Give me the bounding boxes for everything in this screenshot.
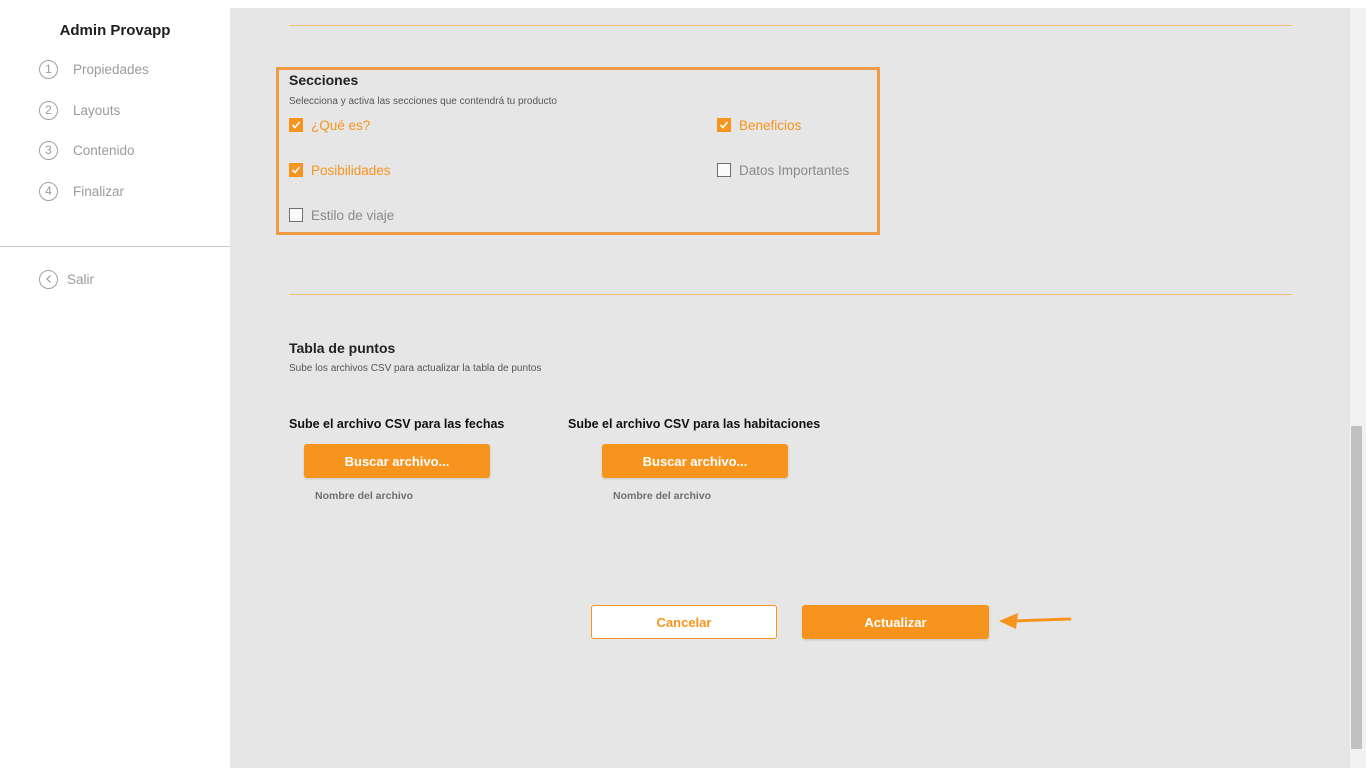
scrollbar-thumb[interactable]: [1351, 426, 1362, 749]
step-label: Layouts: [73, 102, 121, 118]
checkbox-label: Datos Importantes: [739, 162, 850, 178]
browse-file-dates-button[interactable]: Buscar archivo...: [304, 444, 490, 478]
sidebar-step-finalizar[interactable]: 4 Finalizar: [39, 181, 124, 201]
section-divider-middle: [289, 294, 1292, 295]
step-label: Finalizar: [73, 183, 125, 199]
chevron-left-circle-icon: [39, 269, 58, 289]
step-label: Propiedades: [73, 61, 149, 77]
sections-title: Secciones: [289, 72, 359, 88]
checkbox-label: Beneficios: [739, 117, 802, 133]
checkbox-datos-importantes[interactable]: Datos Importantes: [717, 162, 849, 178]
check-icon: [291, 166, 301, 174]
step-label: Contenido: [73, 142, 135, 158]
top-strip: [230, 0, 1366, 8]
upload-dates-label: Sube el archivo CSV para las fechas: [289, 417, 505, 431]
checkbox-label: ¿Qué es?: [311, 117, 371, 133]
app-title: Admin Provapp: [59, 22, 171, 39]
checkbox-estilo-de-viaje[interactable]: Estilo de viaje: [289, 207, 394, 223]
main-content: Secciones Selecciona y activa las seccio…: [230, 8, 1350, 768]
checkbox-box[interactable]: [717, 163, 731, 177]
upload-rooms-label: Sube el archivo CSV para las habitacione…: [568, 417, 821, 431]
section-divider-top: [289, 25, 1292, 26]
update-button[interactable]: Actualizar: [802, 605, 989, 639]
step-number-badge: 3: [39, 140, 58, 160]
exit-link[interactable]: Salir: [39, 269, 94, 289]
file-name-dates: Nombre del archivo: [315, 490, 414, 502]
check-icon: [719, 121, 729, 129]
step-number-badge: 4: [39, 181, 58, 201]
checkbox-label: Estilo de viaje: [311, 207, 395, 223]
checkbox-posibilidades[interactable]: Posibilidades: [289, 162, 391, 178]
step-number-badge: 2: [39, 100, 58, 120]
sidebar-divider: [0, 246, 230, 247]
step-number-badge: 1: [39, 59, 58, 79]
cancel-button[interactable]: Cancelar: [591, 605, 777, 639]
checkbox-que-es[interactable]: ¿Qué es?: [289, 117, 370, 133]
checkbox-label: Posibilidades: [311, 162, 391, 178]
check-icon: [291, 121, 301, 129]
sidebar-step-contenido[interactable]: 3 Contenido: [39, 140, 135, 160]
checkbox-box[interactable]: [289, 163, 303, 177]
sidebar-step-propiedades[interactable]: 1 Propiedades: [39, 59, 149, 79]
checkbox-beneficios[interactable]: Beneficios: [717, 117, 801, 133]
sections-subtitle: Selecciona y activa las secciones que co…: [289, 96, 557, 107]
sidebar: Admin Provapp 1 Propiedades 2 Layouts 3 …: [0, 0, 230, 768]
points-table-subtitle: Sube los archivos CSV para actualizar la…: [289, 363, 542, 374]
arrow-left-icon: [999, 613, 1072, 629]
checkbox-box[interactable]: [717, 118, 731, 132]
file-name-rooms: Nombre del archivo: [613, 490, 712, 502]
checkbox-box[interactable]: [289, 118, 303, 132]
sidebar-step-layouts[interactable]: 2 Layouts: [39, 100, 120, 120]
exit-label: Salir: [67, 271, 95, 287]
browse-file-rooms-button[interactable]: Buscar archivo...: [602, 444, 788, 478]
checkbox-box[interactable]: [289, 208, 303, 222]
points-table-title: Tabla de puntos: [289, 340, 396, 356]
